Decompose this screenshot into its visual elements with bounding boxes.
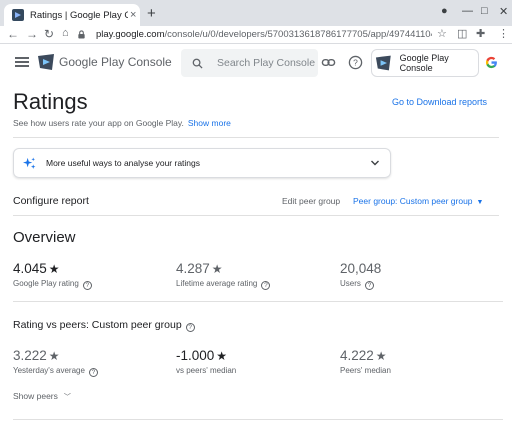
lifetime-average-label: Lifetime average rating?	[176, 279, 271, 290]
back-icon[interactable]: ←	[7, 27, 19, 41]
extension-icon[interactable]: ◫	[457, 27, 467, 40]
help-icon[interactable]: ?	[82, 281, 92, 290]
play-console-logo-icon	[38, 54, 54, 70]
home-icon[interactable]: ⌂	[62, 27, 69, 39]
caret-down-icon: ▼	[476, 199, 484, 206]
reload-icon[interactable]: ↻	[44, 27, 54, 41]
banner-text: More useful ways to analyse your ratings	[46, 158, 201, 168]
peer-group-dropdown[interactable]: Peer group: Custom peer group ▼	[353, 196, 483, 206]
tab-close-icon[interactable]: ×	[130, 9, 136, 21]
link-icon[interactable]	[321, 55, 336, 70]
star-icon: ★	[48, 262, 60, 276]
divider	[13, 137, 499, 138]
help-icon[interactable]: ?	[364, 281, 374, 290]
url-text: play.google.com/console/u/0/developers/5…	[96, 29, 432, 40]
help-icon[interactable]: ?	[261, 281, 271, 290]
configure-report-title: Configure report	[13, 195, 89, 207]
star-icon: ★	[211, 262, 223, 276]
divider	[13, 419, 503, 420]
svg-text:?: ?	[353, 58, 358, 68]
address-bar[interactable]: play.google.com/console/u/0/developers/5…	[73, 26, 433, 43]
forward-icon[interactable]: →	[26, 27, 38, 41]
star-icon: ★	[48, 349, 60, 363]
search-placeholder: Search Play Console	[217, 57, 316, 69]
show-peers-toggle[interactable]: Show peers ﹀	[13, 391, 71, 402]
help-icon[interactable]: ?	[88, 368, 98, 377]
new-tab-icon[interactable]: +	[147, 5, 156, 22]
app-header: Google Play Console Search Play Console …	[0, 45, 512, 81]
subtitle-text: See how users rate your app on Google Pl…	[13, 118, 184, 128]
record-icon[interactable]: ●	[441, 5, 448, 17]
lifetime-average-value: 4.287 ★	[176, 261, 223, 276]
puzzle-icon[interactable]: ✚	[476, 27, 485, 40]
users-label: Users?	[340, 279, 374, 290]
search-icon	[192, 58, 203, 69]
help-icon[interactable]: ?	[185, 323, 195, 332]
help-icon[interactable]: ?	[348, 55, 363, 70]
divider	[13, 215, 499, 216]
lock-icon	[78, 30, 85, 39]
developer-avatar-icon	[375, 55, 391, 71]
play-console-favicon-icon	[12, 9, 24, 21]
product-name[interactable]: Google Play Console	[59, 55, 172, 69]
browser-toolbar: ← → ↻ ⌂ play.google.com/console/u/0/deve…	[0, 26, 512, 44]
edit-peer-group-button[interactable]: Edit peer group	[282, 196, 340, 206]
download-reports-link[interactable]: Go to Download reports	[392, 97, 487, 107]
browser-menu-icon[interactable]: ⋮	[498, 27, 509, 40]
page-title: Ratings	[13, 89, 88, 114]
google-play-rating-value: 4.045 ★	[13, 261, 60, 276]
vs-peers-median-value: -1.000 ★	[176, 348, 228, 363]
star-icon: ★	[216, 349, 228, 363]
divider	[13, 301, 503, 302]
menu-icon[interactable]	[15, 57, 29, 67]
page-subtitle: See how users rate your app on Google Pl…	[13, 118, 231, 128]
minimize-icon[interactable]: —	[462, 5, 473, 17]
account-name: Google Play Console	[399, 53, 449, 73]
show-more-link[interactable]: Show more	[188, 118, 231, 128]
chevron-down-icon: ﹀	[63, 394, 71, 401]
peers-median-value: 4.222 ★	[340, 348, 387, 363]
users-value: 20,048	[340, 261, 382, 276]
search-box[interactable]: Search Play Console	[181, 49, 318, 77]
window-close-icon[interactable]: ✕	[499, 5, 508, 18]
chevron-down-icon[interactable]	[370, 158, 380, 168]
show-peers-label: Show peers	[13, 391, 58, 401]
maximize-icon[interactable]: □	[481, 5, 488, 17]
peers-median-label: Peers' median	[340, 366, 391, 375]
account-switcher[interactable]: Google Play Console	[371, 49, 479, 77]
overview-title: Overview	[13, 229, 76, 246]
google-logo-icon	[485, 56, 497, 69]
sparkle-icon	[23, 156, 36, 169]
tab-title: Ratings | Google Play Console	[30, 9, 128, 21]
peer-group-label: Peer group: Custom peer group	[353, 196, 473, 206]
yesterdays-average-value: 3.222 ★	[13, 348, 60, 363]
useful-ways-banner[interactable]: More useful ways to analyse your ratings	[13, 148, 391, 178]
google-play-rating-label: Google Play rating?	[13, 279, 92, 290]
browser-tab-strip: Ratings | Google Play Console × + ● — □ …	[0, 0, 512, 26]
vs-peers-median-label: vs peers' median	[176, 366, 237, 375]
browser-tab[interactable]: Ratings | Google Play Console ×	[4, 4, 140, 26]
yesterdays-average-label: Yesterday's average?	[13, 366, 98, 377]
rating-vs-peers-title: Rating vs peers: Custom peer group?	[13, 319, 195, 332]
url-path: /console/u/0/developers/5700313618786177…	[164, 29, 432, 40]
star-icon: ★	[375, 349, 387, 363]
url-host: play.google.com	[96, 29, 165, 40]
bookmark-star-icon[interactable]: ☆	[437, 27, 447, 40]
